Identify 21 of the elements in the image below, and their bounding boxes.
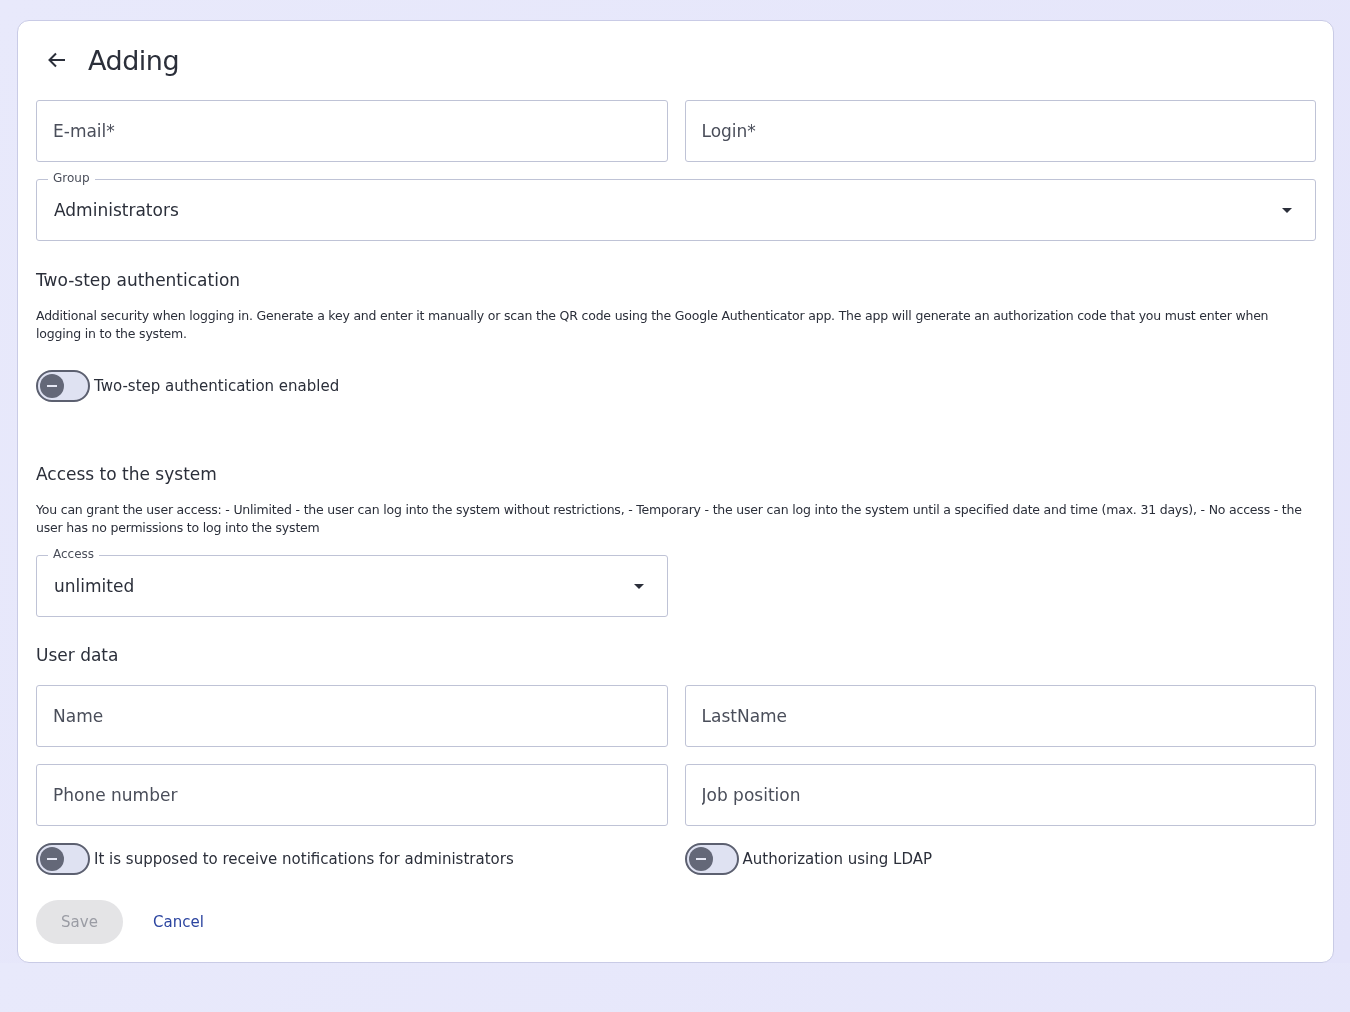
- text-field[interactable]: Login*: [684, 100, 1316, 162]
- text-field[interactable]: Name: [36, 685, 668, 747]
- toggle-label: Two-step authentication enabled: [94, 377, 340, 395]
- toggle-label: It is supposed to receive notifications for administrators: [94, 850, 514, 868]
- text-field[interactable]: E-mail*: [36, 100, 668, 162]
- section-heading: User data: [36, 645, 120, 665]
- toggle-switch[interactable]: [36, 843, 90, 875]
- cancel-button[interactable]: Cancel: [153, 913, 204, 931]
- text-field[interactable]: Phone number: [36, 764, 668, 826]
- section-description: Additional security when logging in. Generate a key and enter it manually or scan the QR code using the Google Authenticator app. The app will generate an authorization code that you must enter when logging in to the system.: [36, 307, 1270, 343]
- text-field[interactable]: LastName: [684, 685, 1316, 747]
- toggle-switch[interactable]: [36, 370, 90, 402]
- toggle-switch[interactable]: [684, 843, 739, 875]
- back-arrow-icon[interactable]: [48, 52, 66, 68]
- page-title: Adding: [88, 44, 180, 76]
- section-description: You can grant the user access: - Unlimited - the user can log into the system without restrictions, - Temporary - the user can log into the system until a specified date and time (max. 31 days), - No access - the user has no permissions to log into the system: [36, 501, 1303, 537]
- caret-icon: [1282, 207, 1292, 213]
- section-heading: Two-step authentication: [36, 270, 242, 290]
- section-heading: Access to the system: [36, 464, 218, 484]
- toggle-label: Authorization using LDAP: [742, 850, 932, 868]
- caret-icon: [633, 583, 644, 589]
